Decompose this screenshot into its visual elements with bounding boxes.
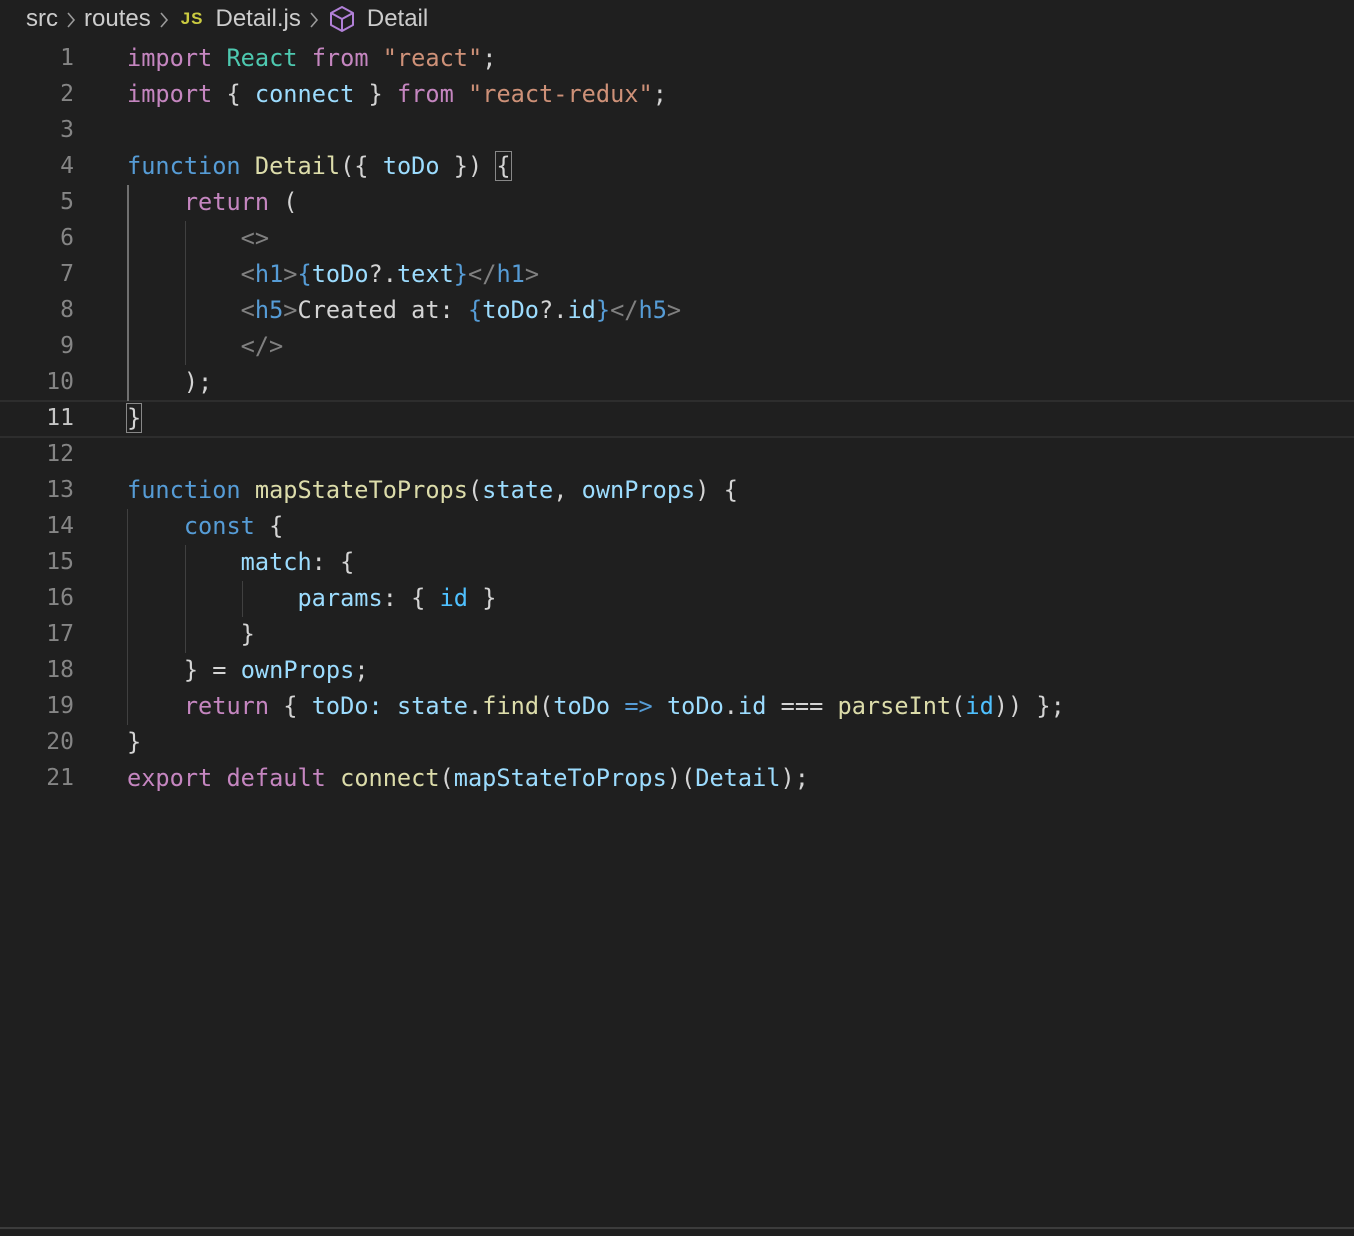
line-number: 5 bbox=[60, 189, 74, 215]
code-line: 10 ); bbox=[0, 364, 1354, 400]
line-number: 4 bbox=[60, 153, 74, 179]
chevron-right-icon bbox=[58, 5, 84, 33]
code-line: 19 return { toDo: state.find(toDo => toD… bbox=[0, 688, 1354, 724]
code-text: import React from "react"; bbox=[127, 44, 497, 72]
breadcrumb-item-routes[interactable]: routes bbox=[84, 5, 151, 33]
chevron-right-icon bbox=[151, 5, 177, 33]
code-text: match: { bbox=[240, 548, 355, 576]
code-text: } bbox=[240, 620, 255, 648]
code-line: 14 const { bbox=[0, 508, 1354, 544]
code-text: <h1>{toDo?.text}</h1> bbox=[240, 260, 540, 288]
line-number: 13 bbox=[46, 477, 74, 503]
line-number: 8 bbox=[60, 297, 74, 323]
line-number: 16 bbox=[46, 585, 74, 611]
line-number: 7 bbox=[60, 261, 74, 287]
code-text: } = ownProps; bbox=[183, 656, 369, 684]
code-text: } bbox=[127, 728, 142, 756]
code-line: 12 bbox=[0, 436, 1354, 472]
code-text: ); bbox=[183, 368, 213, 396]
line-number: 2 bbox=[60, 81, 74, 107]
code-line: 13 function mapStateToProps(state, ownPr… bbox=[0, 472, 1354, 508]
code-text: export default connect(mapStateToProps)(… bbox=[127, 764, 809, 792]
code-text: return ( bbox=[183, 188, 298, 216]
code-text: params: { id } bbox=[297, 584, 497, 612]
line-number: 12 bbox=[46, 441, 74, 467]
line-number: 10 bbox=[46, 369, 74, 395]
code-editor[interactable]: 1 import React from "react"; 2 import { … bbox=[0, 40, 1354, 1226]
code-line: 5 return ( bbox=[0, 184, 1354, 220]
line-number: 20 bbox=[46, 729, 74, 755]
line-number: 18 bbox=[46, 657, 74, 683]
javascript-file-icon: JS bbox=[180, 9, 204, 28]
code-line: 1 import React from "react"; bbox=[0, 40, 1354, 76]
line-number: 17 bbox=[46, 621, 74, 647]
line-number: 6 bbox=[60, 225, 74, 251]
code-line: 16 params: { id } bbox=[0, 580, 1354, 616]
matching-bracket: { bbox=[495, 151, 512, 181]
code-line: 6 <> bbox=[0, 220, 1354, 256]
code-line: 9 </> bbox=[0, 328, 1354, 364]
breadcrumb-item-symbol[interactable]: Detail bbox=[367, 5, 428, 33]
chevron-right-icon bbox=[301, 5, 327, 33]
breadcrumb: src routes JS Detail.js Detail bbox=[26, 0, 428, 38]
code-text: <h5>Created at: {toDo?.id}</h5> bbox=[240, 296, 682, 324]
code-text: return { toDo: state.find(toDo => toDo.i… bbox=[183, 692, 1065, 720]
breadcrumb-item-file[interactable]: Detail.js bbox=[216, 5, 301, 33]
line-number: 15 bbox=[46, 549, 74, 575]
code-line: 2 import { connect } from "react-redux"; bbox=[0, 76, 1354, 112]
code-line: 4 function Detail({ toDo }) { bbox=[0, 148, 1354, 184]
code-line: 20 } bbox=[0, 724, 1354, 760]
line-number: 21 bbox=[46, 765, 74, 791]
line-number: 3 bbox=[60, 117, 74, 143]
code-line: 7 <h1>{toDo?.text}</h1> bbox=[0, 256, 1354, 292]
breadcrumb-item-src[interactable]: src bbox=[26, 5, 58, 33]
code-text: </> bbox=[240, 332, 284, 360]
line-number: 14 bbox=[46, 513, 74, 539]
code-text: function Detail({ toDo }) { bbox=[127, 151, 512, 181]
code-text: const { bbox=[183, 512, 284, 540]
code-text: import { connect } from "react-redux"; bbox=[127, 80, 667, 108]
line-number: 11 bbox=[46, 405, 74, 431]
code-line: 15 match: { bbox=[0, 544, 1354, 580]
symbol-method-cube-icon bbox=[329, 5, 355, 33]
code-text: <> bbox=[240, 224, 270, 252]
panel-border bbox=[0, 1227, 1354, 1229]
code-line: 8 <h5>Created at: {toDo?.id}</h5> bbox=[0, 292, 1354, 328]
code-text: function mapStateToProps(state, ownProps… bbox=[127, 476, 738, 504]
code-line: 3 bbox=[0, 112, 1354, 148]
line-number: 9 bbox=[60, 333, 74, 359]
code-line: 17 } bbox=[0, 616, 1354, 652]
code-text: } bbox=[125, 400, 143, 436]
line-number: 19 bbox=[46, 693, 74, 719]
code-line: 21 export default connect(mapStateToProp… bbox=[0, 760, 1354, 796]
matching-bracket: } bbox=[125, 403, 143, 433]
code-line: 11 } bbox=[0, 400, 1354, 436]
code-line: 18 } = ownProps; bbox=[0, 652, 1354, 688]
line-number: 1 bbox=[60, 45, 74, 71]
